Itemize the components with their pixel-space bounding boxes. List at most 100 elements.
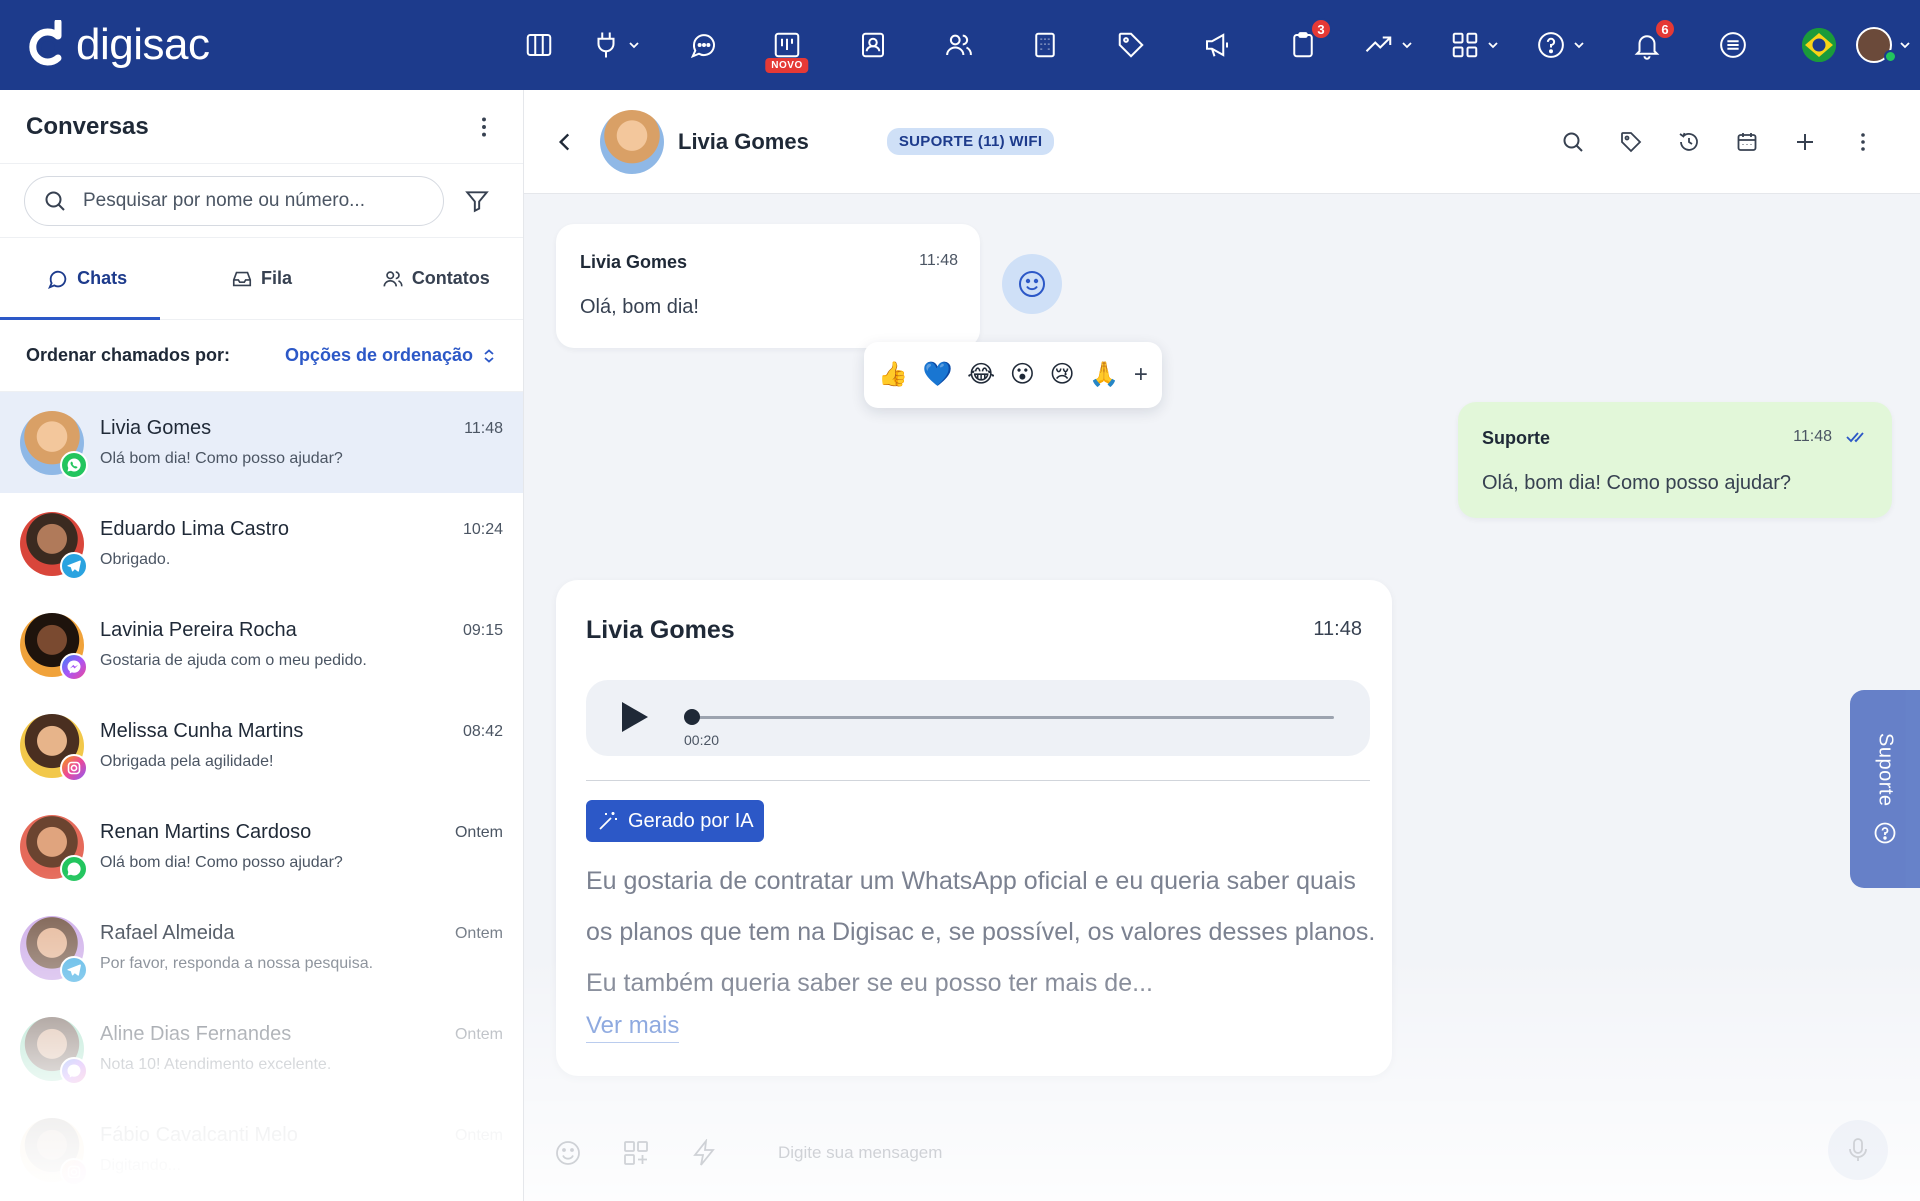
chat-item-fabio-cavalcanti-melo[interactable]: Fábio Cavalcanti Melo Ontem Digitando...: [0, 1099, 523, 1200]
trend-icon[interactable]: [1346, 0, 1432, 90]
play-icon[interactable]: [620, 700, 650, 734]
reaction-surprised[interactable]: 😮: [1010, 363, 1035, 387]
tag-button[interactable]: [1602, 130, 1660, 154]
apps-grid-icon[interactable]: [1432, 0, 1518, 90]
chat-body: Livia Gomes 11:48 Olá bom dia! Como posso…: [100, 417, 503, 468]
audio-message[interactable]: Livia Gomes 11:48 00:20 Gerado por IA Eu…: [556, 580, 1392, 1076]
columns-icon[interactable]: [510, 0, 568, 90]
chat-item-renan-martins-cardoso[interactable]: Renan Martins Cardoso Ontem Olá bom dia! …: [0, 796, 523, 897]
search-icon: [1563, 132, 1583, 152]
contact-avatar[interactable]: [600, 109, 664, 174]
bell-icon[interactable]: 6: [1604, 0, 1690, 90]
contact-name[interactable]: Livia Gomes: [678, 129, 809, 155]
chevron-down-icon: [1402, 42, 1412, 49]
apps-icon[interactable]: [622, 1139, 650, 1167]
more-vertical-icon[interactable]: [471, 114, 497, 140]
tab-contatos[interactable]: Contatos: [349, 238, 523, 319]
history-button[interactable]: [1660, 130, 1718, 154]
more-reactions-button[interactable]: +: [1134, 363, 1148, 387]
chat-body: Renan Martins Cardoso Ontem Olá bom dia! …: [100, 821, 503, 872]
support-tab-label: Suporte: [1874, 733, 1897, 807]
tab-label: Fila: [260, 268, 292, 288]
novo-tag: NOVO: [765, 58, 809, 73]
help-icon[interactable]: [1518, 0, 1604, 90]
add-button[interactable]: [1776, 130, 1834, 154]
calendar-button[interactable]: [1718, 130, 1776, 154]
more-options-button[interactable]: [1834, 130, 1892, 154]
chat-item-melissa-cunha-martins[interactable]: Melissa Cunha Martins 08:42 Obrigada pela…: [0, 695, 523, 796]
message-input[interactable]: Digite sua mensagem: [778, 1143, 942, 1163]
queue-badge: SUPORTE (11) WIFI: [886, 128, 1055, 155]
logo-text: digisac: [76, 20, 210, 69]
reaction-laugh[interactable]: 😂: [967, 363, 995, 387]
support-side-tab[interactable]: Suporte: [1850, 690, 1920, 888]
chevron-down-icon: [1574, 42, 1584, 49]
back-arrow-icon[interactable]: [552, 129, 578, 155]
building-icon[interactable]: [1002, 0, 1088, 90]
menu-lines-icon[interactable]: [1690, 0, 1776, 90]
chat-bubble-icon: [48, 270, 67, 289]
clipboard-icon[interactable]: 3: [1260, 0, 1346, 90]
chat-preview: Obrigado.: [100, 551, 171, 568]
see-more-link[interactable]: Ver mais: [586, 1012, 680, 1043]
kanban-icon[interactable]: NOVO: [744, 0, 830, 90]
lightning-icon[interactable]: [690, 1138, 718, 1167]
filter-icon[interactable]: [464, 188, 490, 214]
tab-fila[interactable]: Fila: [174, 238, 348, 319]
reaction-pray[interactable]: 🙏: [1089, 363, 1119, 387]
reaction-thumbs-up[interactable]: 👍: [878, 363, 908, 387]
whatsapp-icon: [60, 854, 88, 883]
tab-chats[interactable]: Chats: [0, 238, 174, 319]
history-icon: [1679, 132, 1698, 151]
megaphone-icon[interactable]: [1174, 0, 1260, 90]
chat-item-rafael-almeida[interactable]: Rafael Almeida Ontem Por favor, responda …: [0, 897, 523, 998]
message-time: 11:48: [1313, 618, 1362, 640]
chat-name: Lavinia Pereira Rocha: [100, 619, 297, 641]
chevron-down-icon: [629, 42, 639, 49]
avatar: [20, 915, 88, 984]
chevron-down-icon: [1488, 42, 1498, 49]
microphone-button[interactable]: [1828, 1120, 1888, 1180]
chat-preview: Obrigada pela agilidade!: [100, 753, 274, 770]
conversation-tabs: Chats Fila Contatos: [0, 238, 523, 320]
plug-icon[interactable]: [568, 0, 664, 90]
contact-book-icon[interactable]: [830, 0, 916, 90]
message-text: Olá, bom dia!: [580, 296, 699, 318]
ai-transcript: Eu gostaria de contratar um WhatsApp ofi…: [586, 867, 1376, 997]
tag-icon[interactable]: [1088, 0, 1174, 90]
avatar: [20, 511, 88, 580]
top-navigation-bar: digisac NOVO 3 6: [0, 0, 1920, 90]
search-input[interactable]: [83, 189, 413, 212]
chat-preview: Digitando...: [100, 1157, 181, 1174]
clipboard-badge: 3: [1310, 18, 1332, 40]
chat-item-livia-gomes[interactable]: Livia Gomes 11:48 Olá bom dia! Como posso…: [0, 392, 523, 493]
digisac-logo[interactable]: digisac: [28, 20, 210, 70]
incoming-message[interactable]: Livia Gomes 11:48 Olá, bom dia!: [556, 224, 980, 348]
chevron-down-icon[interactable]: [1898, 38, 1912, 52]
chat-item-aline-dias-fernandes[interactable]: Aline Dias Fernandes Ontem Nota 10! Atend…: [0, 998, 523, 1099]
search-box[interactable]: [24, 175, 444, 226]
audio-player: 00:20: [586, 680, 1370, 756]
avatar: [20, 1016, 88, 1085]
microphone-icon: [1849, 1138, 1867, 1161]
chat-icon[interactable]: [664, 0, 744, 90]
chat-name: Fábio Cavalcanti Melo: [100, 1124, 298, 1146]
emoji-icon[interactable]: [554, 1139, 582, 1167]
chat-preview: Por favor, responda a nossa pesquisa.: [100, 955, 374, 972]
reaction-blue-heart[interactable]: 💙: [923, 363, 953, 387]
users-icon[interactable]: [916, 0, 1002, 90]
telegram-icon: [60, 955, 88, 984]
outgoing-message[interactable]: Suporte 11:48 Olá, bom dia! Como posso a…: [1458, 402, 1892, 518]
search-row: [0, 164, 523, 238]
add-reaction-button[interactable]: [1002, 254, 1062, 314]
brazil-flag-icon[interactable]: [1802, 28, 1836, 62]
audio-scrubber[interactable]: [684, 709, 700, 725]
chat-item-eduardo-lima-castro[interactable]: Eduardo Lima Castro 10:24 Obrigado.: [0, 493, 523, 594]
search-messages-button[interactable]: [1544, 130, 1602, 154]
reaction-sad[interactable]: 😢: [1050, 363, 1075, 387]
sort-options-button[interactable]: Opções de ordenação: [285, 345, 497, 366]
chat-body: Aline Dias Fernandes Ontem Nota 10! Atend…: [100, 1023, 503, 1074]
chat-time: Ontem: [454, 924, 503, 942]
chat-item-lavinia-pereira-rocha[interactable]: Lavinia Pereira Rocha 09:15 Gostaria de a…: [0, 594, 523, 695]
audio-track[interactable]: [690, 716, 1334, 719]
